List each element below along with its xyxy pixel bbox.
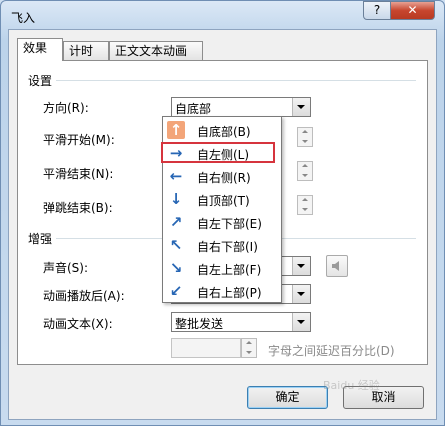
title-bar[interactable]: 飞入 ? ✕ <box>1 1 444 29</box>
sound-label: 声音(S): <box>43 261 89 275</box>
smooth-start-spinner[interactable] <box>297 127 313 147</box>
speaker-icon[interactable] <box>326 255 348 277</box>
direction-value: 自底部 <box>175 102 212 116</box>
dropdown-item-label: 自左下部(E) <box>197 217 262 231</box>
help-button[interactable]: ? <box>363 1 391 20</box>
speaker-glyph <box>332 261 339 271</box>
tab-text-animation[interactable]: 正文文本动画 <box>109 41 203 60</box>
ok-button[interactable]: 确定 <box>247 386 328 409</box>
after-animation-label: 动画播放后(A): <box>43 289 125 303</box>
chevron-down-icon[interactable] <box>292 313 310 331</box>
animate-text-label: 动画文本(X): <box>43 317 113 331</box>
smooth-end-label: 平滑结束(N): <box>43 167 114 181</box>
dropdown-item-from-top[interactable]: ↓ 自顶部(T) <box>165 189 279 209</box>
dropdown-item-label: 自右下部(I) <box>197 240 258 254</box>
letter-delay-spinner[interactable] <box>241 338 257 358</box>
arrow-down-left-icon: ↙ <box>169 282 183 300</box>
smooth-end-spinner[interactable] <box>297 161 313 181</box>
dropdown-item-from-top-left[interactable]: ↘ 自左上部(F) <box>165 258 279 278</box>
smooth-start-label: 平滑开始(M): <box>43 133 115 147</box>
close-button[interactable]: ✕ <box>390 1 435 20</box>
chevron-down-icon[interactable] <box>292 257 310 275</box>
dropdown-item-label: 自左上部(F) <box>197 263 262 277</box>
annotation-highlight-box <box>161 142 275 163</box>
dropdown-item-from-top-right[interactable]: ↙ 自右上部(P) <box>165 281 279 301</box>
dropdown-item-from-bottom[interactable]: ↑ 自底部(B) <box>165 120 279 140</box>
arrow-up-left-icon: ↖ <box>169 236 183 254</box>
dropdown-item-from-right[interactable]: ← 自右侧(R) <box>165 166 279 186</box>
tab-effect[interactable]: 效果 <box>17 38 63 61</box>
animate-text-select[interactable]: 整批发送 <box>171 312 311 332</box>
arrow-down-right-icon: ↘ <box>169 259 183 277</box>
dialog-window: 飞入 ? ✕ 效果 计时 正文文本动画 设置 方向(R): 自底部 平滑开始(M… <box>0 0 445 426</box>
dropdown-item-label: 自底部(B) <box>197 125 251 139</box>
enhance-group-label: 增强 <box>28 230 57 247</box>
dropdown-item-label: 自顶部(T) <box>197 194 250 208</box>
settings-divider <box>28 80 416 81</box>
arrow-up-icon: ↑ <box>167 121 185 139</box>
direction-label: 方向(R): <box>43 101 89 115</box>
bounce-end-spinner[interactable] <box>297 195 313 215</box>
watermark: Baidu 经验 <box>323 379 380 392</box>
dropdown-item-from-bottom-right[interactable]: ↖ 自右下部(I) <box>165 235 279 255</box>
arrow-down-icon: ↓ <box>169 190 183 208</box>
tab-timing[interactable]: 计时 <box>63 41 109 60</box>
window-title: 飞入 <box>11 11 36 25</box>
letter-delay-input[interactable] <box>171 338 241 358</box>
animate-text-value: 整批发送 <box>175 317 224 331</box>
arrow-left-icon: ← <box>169 167 183 185</box>
dropdown-item-label: 自右上部(P) <box>197 286 262 300</box>
bounce-end-label: 弹跳结束(B): <box>43 201 113 215</box>
chevron-down-icon[interactable] <box>292 98 310 116</box>
dropdown-item-from-bottom-left[interactable]: ↗ 自左下部(E) <box>165 212 279 232</box>
direction-select[interactable]: 自底部 <box>171 97 311 117</box>
settings-group-label: 设置 <box>28 72 57 89</box>
dropdown-item-label: 自右侧(R) <box>197 171 251 185</box>
letter-delay-label: 字母之间延迟百分比(D) <box>268 344 395 358</box>
arrow-up-right-icon: ↗ <box>169 213 183 231</box>
chevron-down-icon[interactable] <box>292 285 310 303</box>
